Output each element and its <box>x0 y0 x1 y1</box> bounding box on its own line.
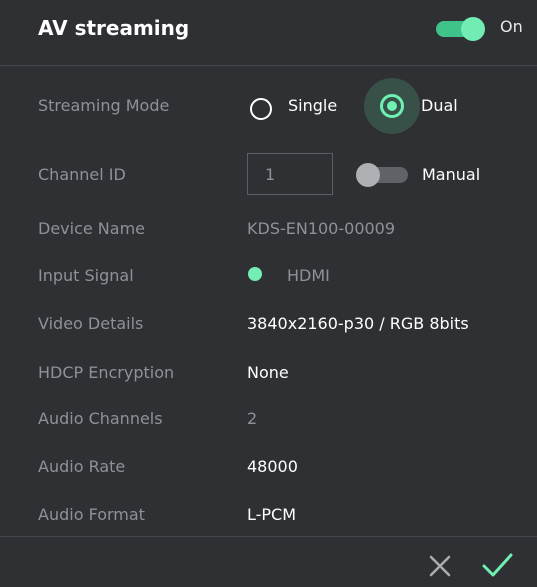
radio-single-label: Single <box>288 96 338 115</box>
audio-format-value: L-PCM <box>247 505 297 524</box>
audio-channels-value: 2 <box>247 409 258 428</box>
manual-toggle[interactable] <box>356 163 410 187</box>
audio-rate-value: 48000 <box>247 457 298 476</box>
av-streaming-toggle[interactable] <box>436 17 488 41</box>
toggle-knob <box>461 17 485 41</box>
hdcp-encryption-value: None <box>247 363 289 382</box>
video-details-value: 3840x2160-p30 / RGB 8bits <box>247 314 469 333</box>
panel-footer <box>0 536 537 587</box>
device-name-label: Device Name <box>38 219 146 238</box>
manual-label: Manual <box>422 165 481 184</box>
panel-title: AV streaming <box>38 16 190 40</box>
video-details-label: Video Details <box>38 314 144 333</box>
input-signal-value: HDMI <box>287 266 330 285</box>
panel-header: AV streaming On <box>0 0 537 66</box>
radio-dual[interactable]: Dual <box>380 93 470 119</box>
manual-toggle-knob <box>356 163 380 187</box>
radio-dual-label: Dual <box>421 96 458 115</box>
audio-format-label: Audio Format <box>38 505 145 524</box>
radio-dual-circle <box>380 94 404 118</box>
toggle-state-label: On <box>500 17 523 36</box>
cancel-button[interactable] <box>425 551 455 581</box>
signal-status-dot <box>248 267 262 281</box>
radio-single-circle <box>250 98 272 120</box>
audio-channels-label: Audio Channels <box>38 409 163 428</box>
hdcp-encryption-label: HDCP Encryption <box>38 363 175 382</box>
streaming-mode-label: Streaming Mode <box>38 96 170 115</box>
close-icon <box>429 555 451 577</box>
confirm-button[interactable] <box>478 549 518 581</box>
radio-single[interactable]: Single <box>250 95 346 120</box>
device-name-value: KDS-EN100-00009 <box>247 219 396 238</box>
audio-rate-label: Audio Rate <box>38 457 126 476</box>
channel-id-input[interactable] <box>247 153 333 195</box>
channel-id-label: Channel ID <box>38 165 126 184</box>
check-icon <box>482 553 513 577</box>
av-streaming-panel: AV streaming On Streaming Mode Single Du… <box>0 0 537 587</box>
input-signal-label: Input Signal <box>38 266 134 285</box>
